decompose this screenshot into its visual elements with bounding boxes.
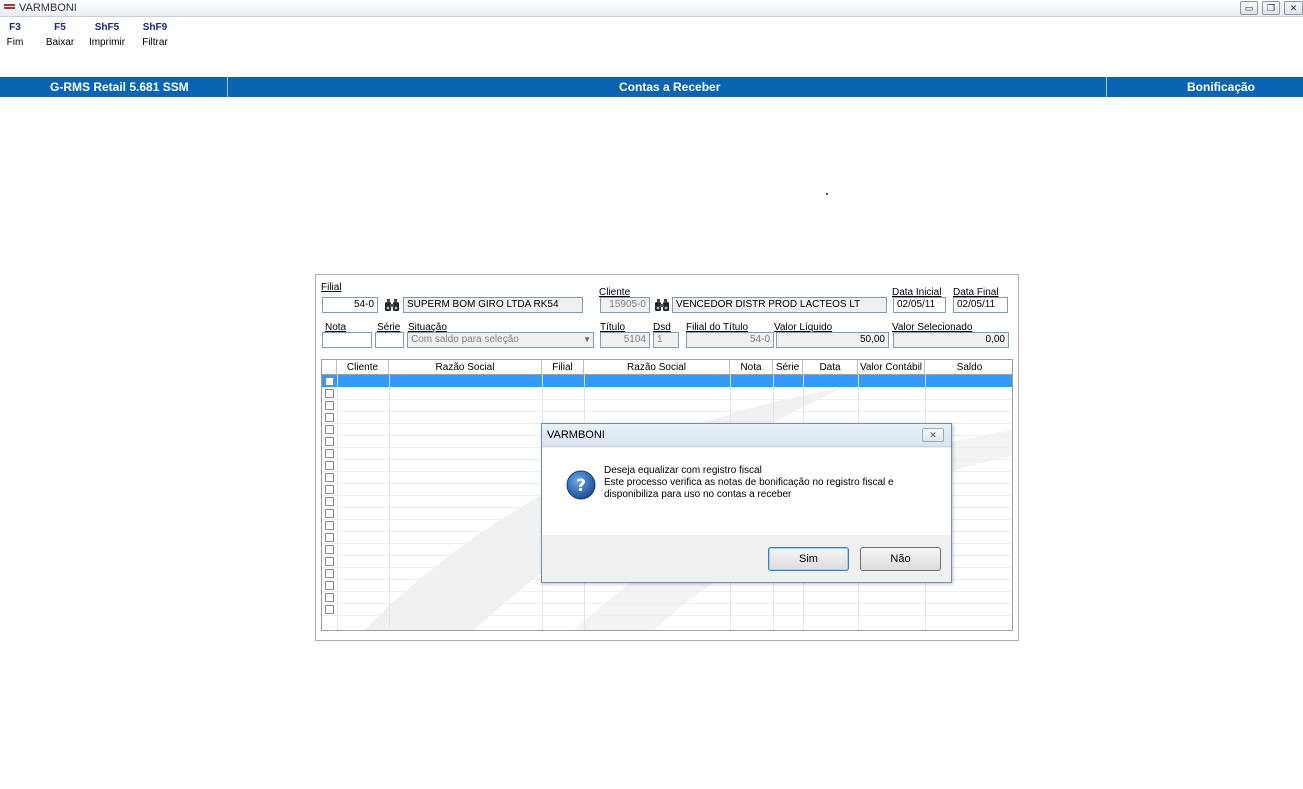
tool-key: F3 — [9, 22, 21, 33]
tool-key: ShF9 — [142, 22, 168, 33]
dialog-message: Deseja equalizar com registro fiscal Est… — [604, 465, 894, 501]
col-saldo[interactable]: Saldo — [925, 360, 1012, 375]
row-checkbox[interactable] — [325, 413, 334, 422]
restore-icon[interactable]: ❐ — [1262, 1, 1280, 15]
tool-baixar-button[interactable]: F5 Baixar — [39, 20, 81, 50]
row-divider — [322, 399, 1012, 400]
row-checkbox[interactable] — [325, 533, 334, 542]
grid-header: Cliente Razão Social Filial Razão Social… — [322, 360, 1012, 375]
col-filial[interactable]: Filial — [542, 360, 584, 375]
svg-text:?: ? — [576, 476, 586, 496]
situacao-select[interactable]: Com saldo para seleção ▼ — [407, 332, 594, 348]
row-divider — [322, 591, 1012, 592]
row-checkbox[interactable] — [325, 497, 334, 506]
filial-label: Filial — [321, 282, 342, 293]
data-inicial-field[interactable]: 02/05/11 — [893, 297, 946, 313]
tool-label: Baixar — [45, 37, 75, 48]
row-checkbox[interactable] — [325, 509, 334, 518]
binoculars-icon[interactable] — [384, 298, 400, 312]
cliente-field[interactable]: 15905-0 — [600, 297, 650, 313]
tool-imprimir-button[interactable]: ShF5 Imprimir — [82, 20, 132, 50]
row-checkbox[interactable] — [325, 437, 334, 446]
row-divider — [322, 387, 1012, 388]
chevron-down-icon[interactable]: ▼ — [583, 333, 591, 347]
grid-header-check — [322, 360, 337, 375]
row-checkbox[interactable] — [325, 593, 334, 602]
col-data[interactable]: Data — [803, 360, 858, 375]
confirm-dialog: VARMBONI ✕ ? Deseja equalizar com regist… — [541, 423, 952, 583]
row-checkbox[interactable] — [325, 377, 334, 386]
col-razao-social-2[interactable]: Razão Social — [584, 360, 730, 375]
separator — [227, 77, 228, 97]
dialog-body: ? Deseja equalizar com registro fiscal E… — [542, 448, 951, 535]
tool-fim-button[interactable]: F3 Fim — [4, 20, 26, 50]
col-cliente[interactable]: Cliente — [337, 360, 389, 375]
tool-key: ShF5 — [94, 22, 120, 33]
row-checkbox[interactable] — [325, 449, 334, 458]
separator — [1106, 77, 1107, 97]
row-checkbox[interactable] — [325, 461, 334, 470]
row-checkbox[interactable] — [325, 473, 334, 482]
row-checkbox[interactable] — [325, 557, 334, 566]
col-serie[interactable]: Série — [773, 360, 803, 375]
function-key-toolbar: F3 Fim F5 Baixar ShF5 Imprimir ShF9 Filt… — [0, 18, 1303, 74]
window-titlebar: VARMBONI ▭ ❐ ✕ — [0, 0, 1303, 17]
close-icon[interactable]: ✕ — [1284, 1, 1303, 15]
nao-button[interactable]: Não — [860, 547, 941, 571]
section-name: Bonificação — [1187, 80, 1256, 94]
binoculars-icon[interactable] — [654, 298, 670, 312]
minimize-icon[interactable]: ▭ — [1240, 1, 1258, 15]
module-name: Contas a Receber — [619, 80, 721, 94]
valor-liquido-field: 50,00 — [776, 332, 889, 348]
row-checkbox[interactable] — [325, 569, 334, 578]
row-checkbox[interactable] — [325, 545, 334, 554]
column-divider — [389, 375, 390, 630]
column-divider — [337, 375, 338, 630]
dialog-titlebar: VARMBONI ✕ — [542, 424, 951, 447]
row-checkbox[interactable] — [325, 401, 334, 410]
module-header-bar: G-RMS Retail 5.681 SSM Contas a Receber … — [0, 77, 1303, 97]
nota-field[interactable] — [322, 332, 372, 348]
serie-field[interactable] — [375, 332, 404, 348]
data-final-field[interactable]: 02/05/11 — [953, 297, 1008, 313]
row-checkbox[interactable] — [325, 605, 334, 614]
row-divider — [322, 603, 1012, 604]
row-checkbox[interactable] — [325, 389, 334, 398]
filial-name-field: SUPERM BOM GIRO LTDA RK54 — [403, 297, 583, 313]
window-title: VARMBONI — [19, 2, 77, 14]
close-icon[interactable]: ✕ — [922, 428, 944, 442]
filial-field[interactable]: 54-0 — [322, 297, 378, 313]
stray-dot — [826, 193, 828, 195]
tool-label: Filtrar — [142, 37, 168, 48]
valor-selecionado-field: 0,00 — [893, 332, 1009, 348]
row-checkbox[interactable] — [325, 521, 334, 530]
cliente-name-field: VENCEDOR DISTR PROD LACTEOS LT — [672, 297, 887, 313]
message-line: disponibiliza para uso no contas a receb… — [604, 489, 792, 500]
row-checkbox[interactable] — [325, 485, 334, 494]
dialog-title: VARMBONI — [547, 429, 605, 441]
tool-key: F5 — [54, 22, 66, 33]
row-divider — [322, 615, 1012, 616]
situacao-value: Com saldo para seleção — [411, 334, 519, 345]
tool-filtrar-button[interactable]: ShF9 Filtrar — [135, 20, 175, 50]
row-divider — [322, 411, 1012, 412]
col-nota[interactable]: Nota — [730, 360, 773, 375]
sim-button[interactable]: Sim — [768, 547, 849, 571]
tool-label: Imprimir — [88, 37, 126, 48]
question-icon: ? — [566, 470, 596, 500]
dsd-field[interactable]: 1 — [653, 332, 679, 348]
app-icon — [4, 4, 15, 12]
row-checkbox[interactable] — [325, 425, 334, 434]
product-name: G-RMS Retail 5.681 SSM — [50, 80, 189, 94]
message-line: Este processo verifica as notas de bonif… — [604, 477, 894, 488]
col-valor-contabil[interactable]: Valor Contábil — [858, 360, 925, 375]
col-razao-social[interactable]: Razão Social — [389, 360, 542, 375]
tool-label: Fim — [6, 37, 24, 48]
message-line: Deseja equalizar com registro fiscal — [604, 465, 762, 476]
row-checkbox[interactable] — [325, 581, 334, 590]
titulo-field[interactable]: 5104 — [600, 332, 650, 348]
filial-titulo-field[interactable]: 54-0 — [686, 332, 774, 348]
